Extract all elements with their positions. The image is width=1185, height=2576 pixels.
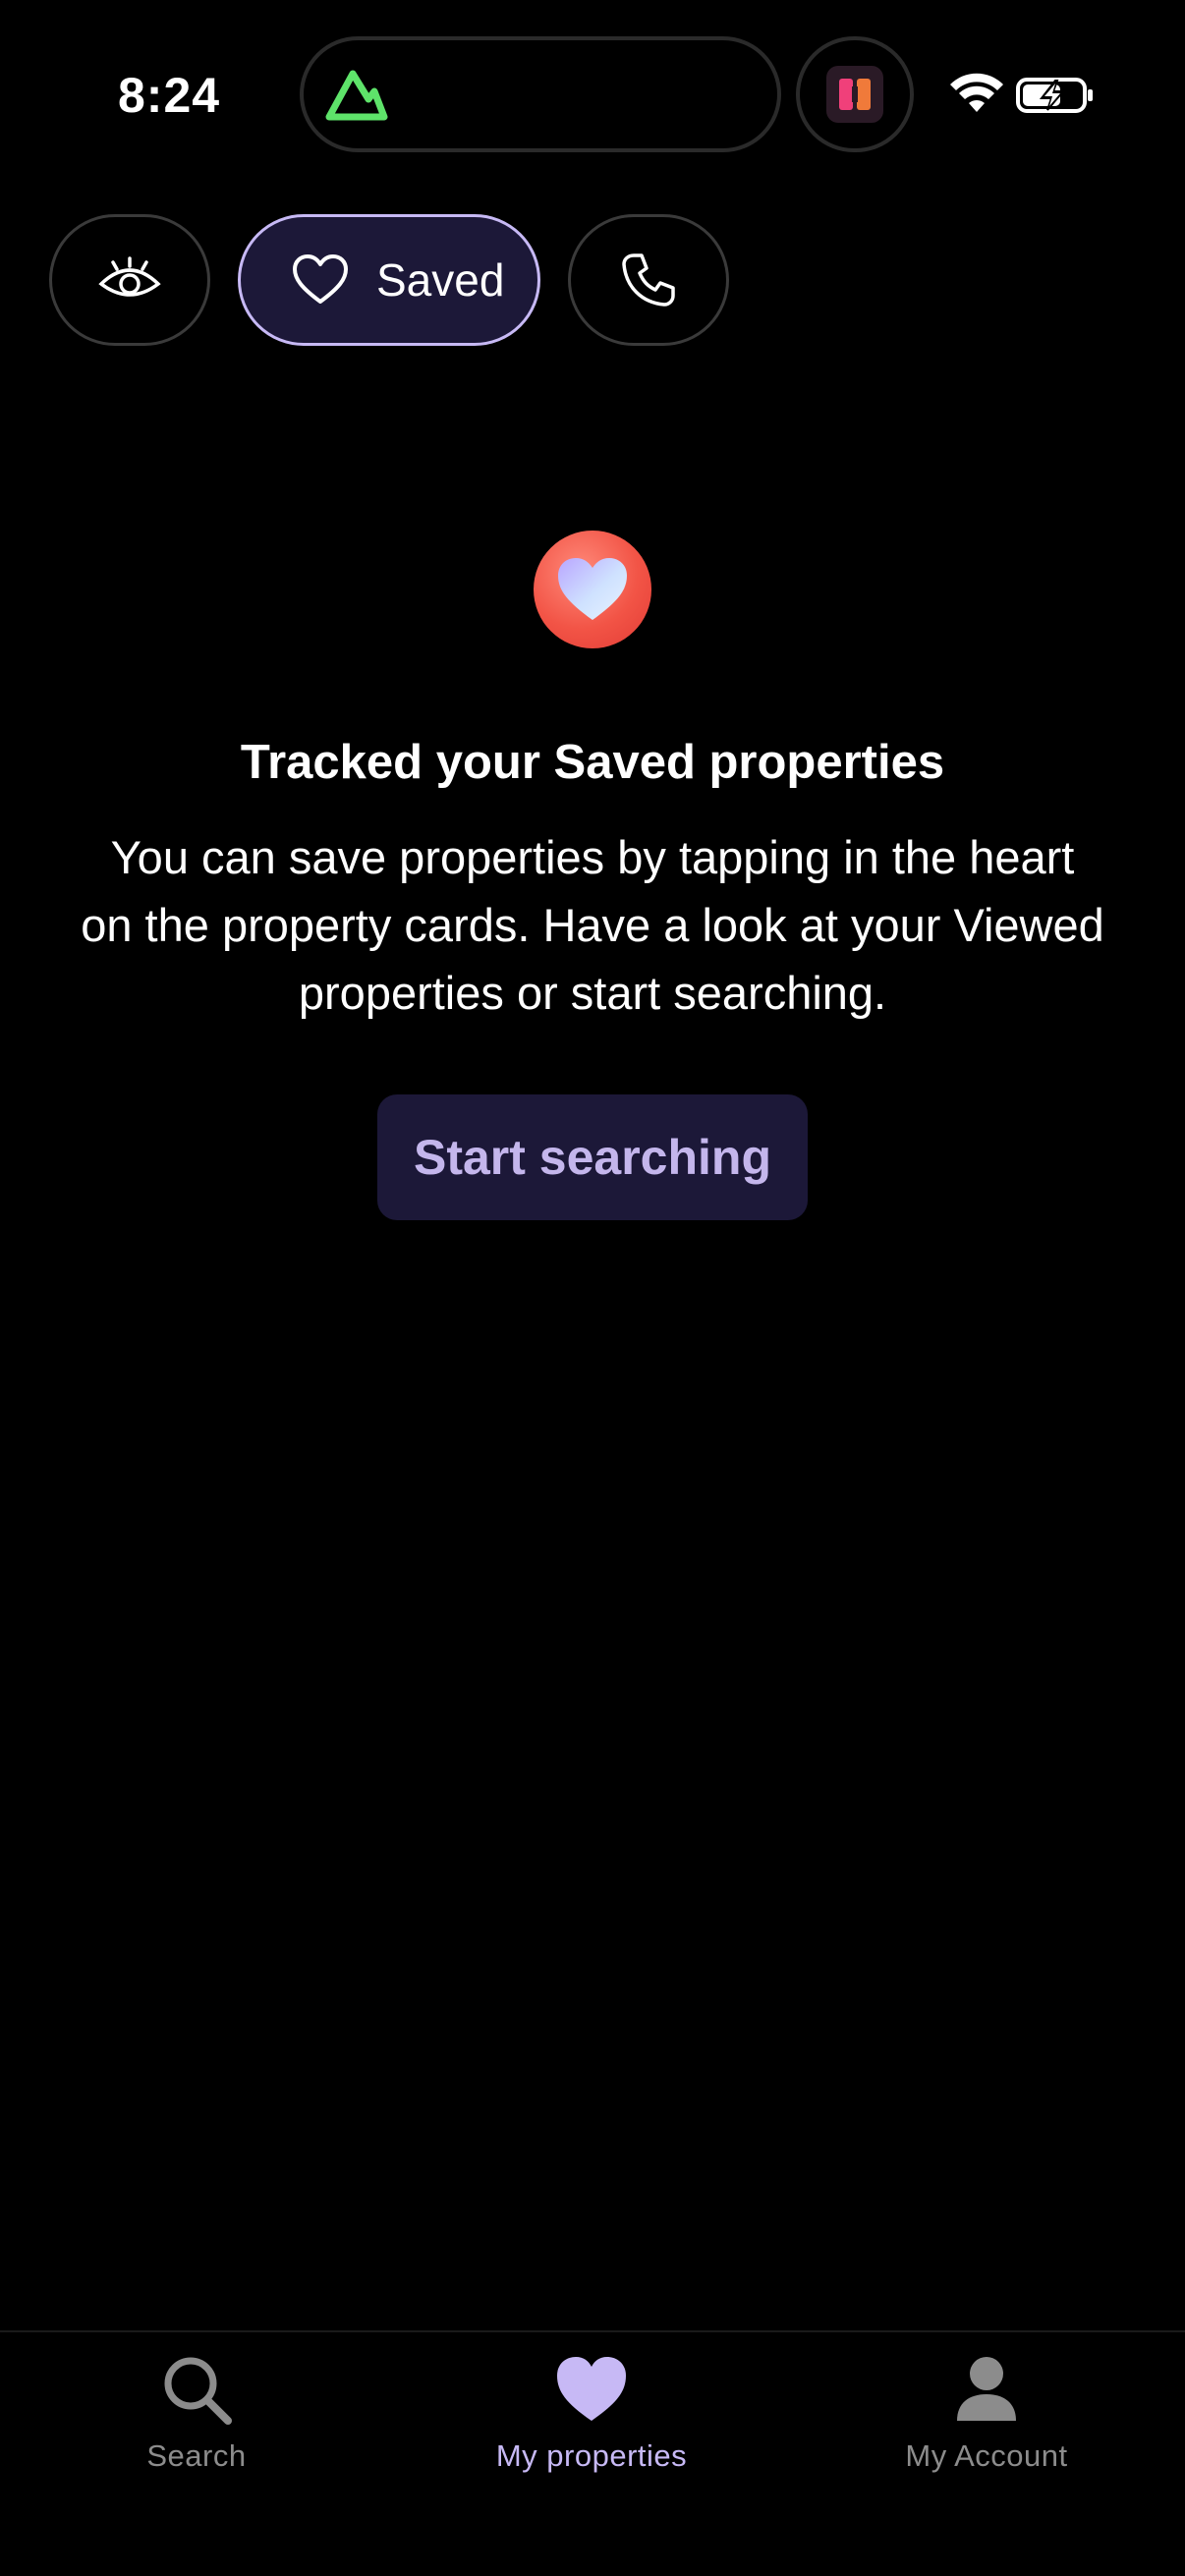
status-time: 8:24 [118, 68, 221, 123]
dynamic-island[interactable] [300, 36, 781, 152]
empty-state-description: You can save properties by tapping in th… [81, 831, 1104, 1019]
saved-heart-badge-icon [534, 531, 651, 648]
app-badge-icon [826, 66, 883, 123]
heart-icon [557, 2357, 626, 2421]
eye-icon [98, 256, 161, 297]
nav-item-my-account[interactable]: My Account [839, 2352, 1134, 2499]
start-searching-button[interactable]: Start searching [377, 1094, 808, 1220]
empty-state-title: Tracked your Saved properties [240, 736, 945, 789]
nav-label-my-account: My Account [905, 2438, 1068, 2473]
heart-outline-icon [293, 254, 348, 304]
nav-item-search[interactable]: Search [49, 2352, 344, 2499]
bottom-navigation: Search My properties My Account [0, 2330, 1185, 2576]
nav-item-my-properties[interactable]: My properties [444, 2352, 739, 2499]
filter-saved-chip[interactable]: Saved [238, 214, 540, 346]
mountain-app-icon [325, 70, 388, 121]
search-icon [164, 2357, 232, 2425]
person-icon [957, 2357, 1016, 2421]
filter-viewed-chip[interactable] [49, 214, 210, 346]
nav-label-my-properties: My properties [495, 2438, 688, 2473]
phone-icon [622, 253, 675, 307]
battery-charging-icon [1016, 78, 1093, 113]
wifi-icon [950, 73, 1003, 112]
nav-label-search: Search [146, 2438, 247, 2473]
my-properties-screen: 8:24 Saved Tracked your Saved properties… [0, 0, 1185, 2576]
filter-contacted-chip[interactable] [568, 214, 729, 346]
filter-saved-label: Saved [376, 254, 505, 306]
live-activity-bubble[interactable] [796, 36, 914, 152]
